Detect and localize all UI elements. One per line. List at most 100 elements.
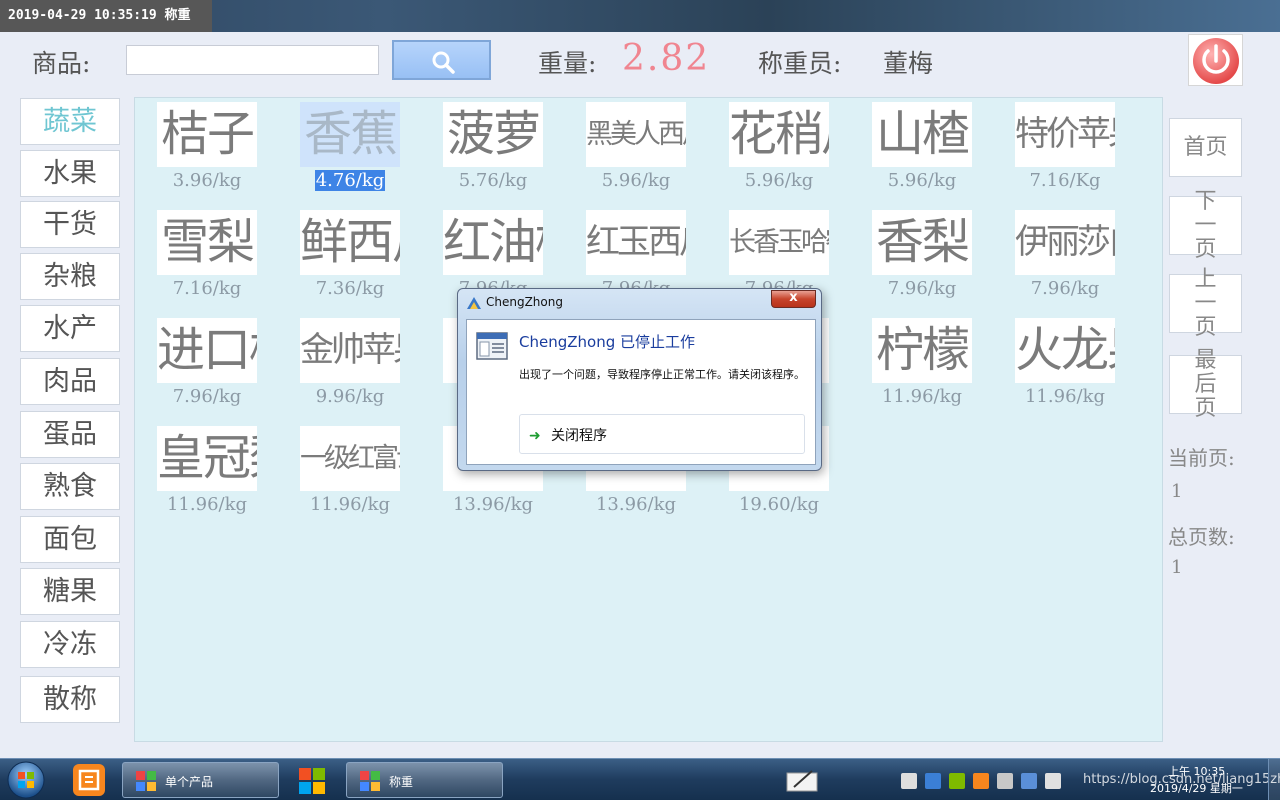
product-price: 5.96/kg	[709, 170, 849, 191]
category-button[interactable]: 蛋品	[20, 411, 120, 458]
product-name: 特价苹果	[1015, 102, 1115, 167]
taskbar-item-single-product[interactable]: 单个产品	[122, 762, 279, 798]
close-program-button[interactable]: ➜ 关闭程序	[519, 414, 805, 454]
prev-page-button[interactable]: 上一页	[1169, 267, 1242, 339]
tray-orange-app-icon[interactable]	[973, 773, 989, 789]
taskbar-item-label: 称重	[389, 775, 414, 789]
product-name: 进口橙	[157, 318, 257, 383]
taskbar-item-weighing[interactable]: 称重	[346, 762, 503, 798]
quick-launch-tiles-icon[interactable]	[298, 767, 326, 795]
category-button[interactable]: 肉品	[20, 358, 120, 405]
dialog-body: ChengZhong 已停止工作 出现了一个问题，导致程序停止正常工作。请关闭该…	[466, 319, 816, 465]
tray-settings-icon[interactable]	[997, 773, 1013, 789]
product-name: 黑美人西瓜	[586, 102, 686, 167]
category-button[interactable]: 散称	[20, 676, 120, 723]
category-button[interactable]: 干货	[20, 201, 120, 248]
product-price-text: 9.96/kg	[315, 386, 385, 407]
product-price: 5.96/kg	[852, 170, 992, 191]
product-item[interactable]: 桔子 3.96/kg	[157, 102, 257, 198]
product-item[interactable]: 金帅苹果 9.96/kg	[300, 318, 400, 414]
product-name: 红玉西瓜	[586, 210, 686, 275]
arrow-right-icon: ➜	[529, 428, 541, 444]
product-name: 雪梨	[157, 210, 257, 275]
next-page-button[interactable]: 下一页	[1169, 189, 1242, 261]
category-button[interactable]: 杂粮	[20, 253, 120, 300]
product-item[interactable]: 黑美人西瓜 5.96/kg	[586, 102, 686, 198]
product-item[interactable]: 香梨 7.96/kg	[872, 210, 972, 306]
show-desktop-button[interactable]	[1268, 759, 1280, 800]
last-page-button[interactable]: 最后页	[1169, 348, 1242, 420]
search-button[interactable]	[392, 40, 491, 80]
product-item[interactable]: 一级红富士 11.96/kg	[300, 426, 400, 522]
category-button[interactable]: 糖果	[20, 568, 120, 615]
product-item[interactable]: 花稍瓜 5.96/kg	[729, 102, 829, 198]
dialog-heading: ChengZhong 已停止工作	[519, 333, 695, 351]
product-item[interactable]: 鲜西瓜 7.36/kg	[300, 210, 400, 306]
product-price: 9.96/kg	[280, 386, 420, 407]
weight-label: 重量:	[538, 49, 597, 78]
product-item[interactable]: 山楂 5.96/kg	[872, 102, 972, 198]
input-method-pen-icon[interactable]	[786, 767, 818, 793]
product-name: 长香玉哈密瓜	[729, 210, 829, 275]
app-icon	[467, 297, 481, 309]
product-name: 花稍瓜	[729, 102, 829, 167]
printer-icon[interactable]	[901, 773, 917, 789]
product-item[interactable]: 皇冠梨 11.96/kg	[157, 426, 257, 522]
product-label: 商品:	[32, 49, 91, 78]
product-price-text: 7.36/kg	[315, 278, 385, 299]
current-page-value: 1	[1171, 481, 1183, 502]
close-icon: x	[789, 290, 798, 305]
product-price: 7.96/kg	[995, 278, 1135, 299]
product-price: 7.96/kg	[137, 386, 277, 407]
category-button[interactable]: 面包	[20, 516, 120, 563]
product-price-text: 13.96/kg	[452, 494, 534, 515]
product-item[interactable]: 柠檬 11.96/kg	[872, 318, 972, 414]
product-name: 红油桃	[443, 210, 543, 275]
product-item[interactable]: 伊丽莎白 7.96/kg	[1015, 210, 1115, 306]
search-input[interactable]	[126, 45, 379, 75]
clock-time[interactable]: 上午 10:35	[1168, 763, 1225, 779]
first-page-button[interactable]: 首页	[1169, 118, 1242, 177]
product-item[interactable]: 香蕉 4.76/kg	[300, 102, 400, 198]
product-item[interactable]: 特价苹果 7.16/Kg	[1015, 102, 1115, 198]
current-page-label: 当前页:	[1168, 446, 1235, 470]
tray-display-icon[interactable]	[1045, 773, 1061, 789]
product-price: 7.36/kg	[280, 278, 420, 299]
product-price-text: 5.76/kg	[458, 170, 528, 191]
category-button[interactable]: 蔬菜	[20, 98, 120, 145]
category-button[interactable]: 冷冻	[20, 621, 120, 668]
power-button[interactable]	[1188, 34, 1243, 86]
program-window-icon	[476, 332, 508, 360]
operator-name: 董梅	[883, 49, 934, 78]
product-price-text: 7.96/kg	[172, 386, 242, 407]
product-item[interactable]: 火龙果 11.96/kg	[1015, 318, 1115, 414]
product-price: 4.76/kg	[280, 170, 420, 191]
weight-value: 2.82	[622, 38, 711, 79]
product-name: 菠萝	[443, 102, 543, 167]
start-orb-icon[interactable]	[4, 760, 48, 800]
product-item[interactable]: 菠萝 5.76/kg	[443, 102, 543, 198]
total-pages-value: 1	[1171, 557, 1183, 578]
category-button[interactable]: 水产	[20, 305, 120, 352]
product-price-text: 11.96/kg	[1024, 386, 1106, 407]
product-name: 鲜西瓜	[300, 210, 400, 275]
product-price: 5.96/kg	[566, 170, 706, 191]
product-name: 香蕉	[300, 102, 400, 167]
product-name: 山楂	[872, 102, 972, 167]
product-name: 桔子	[157, 102, 257, 167]
dialog-close-button[interactable]: x	[771, 290, 816, 308]
quick-launch-orange-app-icon[interactable]	[72, 763, 106, 797]
app-window-icon	[360, 771, 380, 791]
tray-tool-icon[interactable]	[1021, 773, 1037, 789]
tray-app-icon[interactable]	[949, 773, 965, 789]
product-price: 19.60/kg	[709, 494, 849, 515]
clock-date[interactable]: 2019/4/29 星期一	[1150, 780, 1243, 796]
category-button[interactable]: 熟食	[20, 463, 120, 510]
product-price-text: 11.96/kg	[309, 494, 391, 515]
product-item[interactable]: 雪梨 7.16/kg	[157, 210, 257, 306]
category-button[interactable]: 水果	[20, 150, 120, 197]
product-item[interactable]: 进口橙 7.96/kg	[157, 318, 257, 414]
search-icon	[432, 51, 455, 74]
product-price-text: 13.96/kg	[595, 494, 677, 515]
network-icon[interactable]	[925, 773, 941, 789]
